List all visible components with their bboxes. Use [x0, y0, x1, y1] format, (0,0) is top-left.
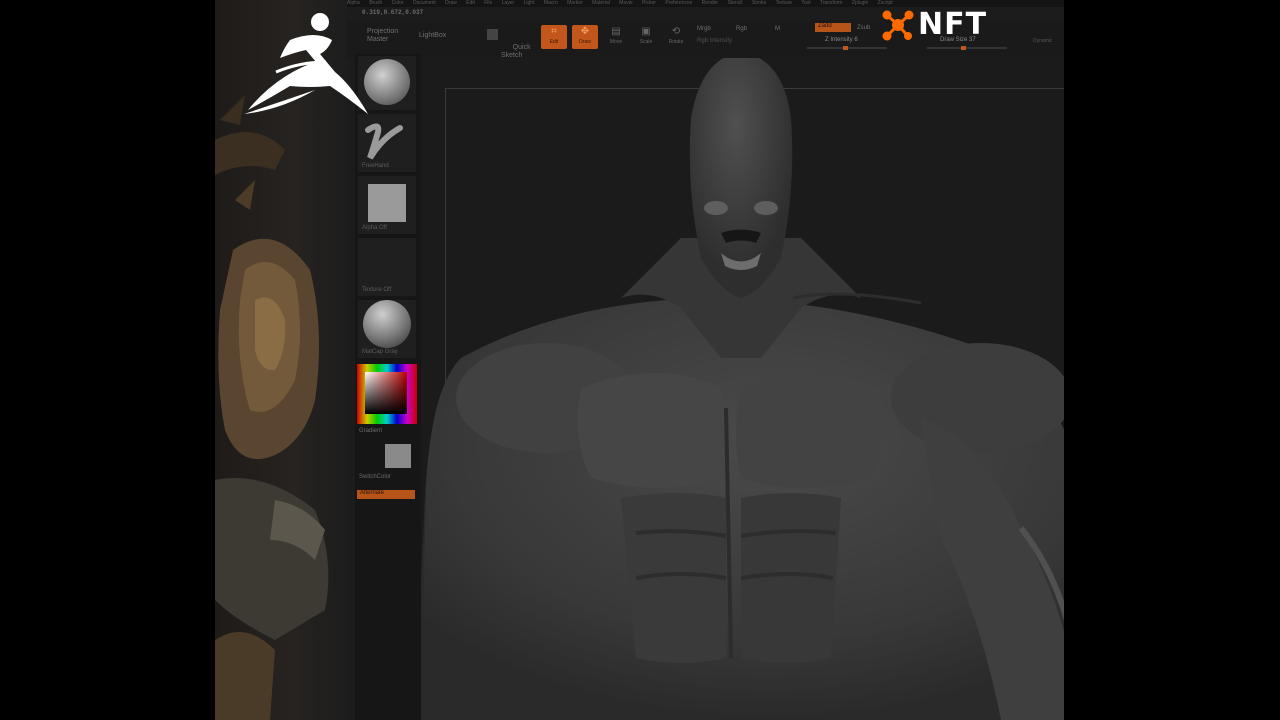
rotate-button[interactable]: ⟲ Rotate: [663, 25, 689, 49]
main-menu-bar: Alpha Brush Color Document Draw Edit Fil…: [347, 0, 1064, 7]
rotate-label: Rotate: [668, 39, 684, 45]
quick-sketch-icon: [487, 29, 498, 40]
stroke-caption: FreeHand: [362, 163, 389, 169]
color-picker[interactable]: [357, 364, 417, 424]
z-intensity-track[interactable]: [807, 46, 887, 50]
draw-label: Draw: [579, 39, 591, 45]
zsub-toggle[interactable]: Zsub: [857, 24, 870, 32]
rotate-icon: ⟲: [671, 26, 681, 37]
alpha-slot[interactable]: Alpha Off: [358, 176, 416, 234]
move-label: Move: [609, 39, 623, 45]
texture-slot[interactable]: Texture Off: [358, 238, 416, 296]
lightbox-button[interactable]: LightBox: [419, 32, 446, 40]
menu-item[interactable]: Material: [592, 0, 610, 6]
menu-item[interactable]: Preferences: [665, 0, 692, 6]
gradient-label[interactable]: Gradient: [359, 428, 382, 434]
menu-item[interactable]: Render: [702, 0, 718, 6]
menu-item[interactable]: Edit: [466, 0, 475, 6]
draw-icon: ✥: [580, 26, 590, 37]
texture-caption: Texture Off: [362, 287, 392, 293]
menu-item[interactable]: Alpha: [347, 0, 360, 6]
material-caption: MatCap Gray: [362, 349, 398, 355]
move-icon: ▤: [611, 26, 621, 37]
menu-item[interactable]: Stencil: [727, 0, 742, 6]
scale-label: Scale: [639, 39, 653, 45]
edit-icon: ⌗: [551, 26, 557, 37]
menu-item[interactable]: Color: [392, 0, 404, 6]
color-picker-square[interactable]: [365, 372, 407, 414]
menu-item[interactable]: Transform: [820, 0, 843, 6]
z-intensity-slider[interactable]: Z Intensity 6: [825, 36, 858, 44]
scale-button[interactable]: ▣ Scale: [633, 25, 659, 49]
m-toggle[interactable]: M: [775, 25, 780, 33]
quick-sketch-label: Quick Sketch: [501, 44, 531, 59]
edit-label: Edit: [549, 39, 559, 45]
sculpted-torso-model[interactable]: [421, 58, 1064, 720]
secondary-color-swatch[interactable]: [385, 444, 411, 468]
menu-item[interactable]: Brush: [369, 0, 382, 6]
alpha-off-icon: [368, 184, 406, 222]
menu-item[interactable]: Zscript: [878, 0, 893, 6]
menu-item[interactable]: Movie: [619, 0, 632, 6]
rgb-intensity-slider[interactable]: Rgb Intensity: [697, 37, 732, 45]
menu-item[interactable]: Macro: [544, 0, 558, 6]
menu-item[interactable]: Zplugin: [852, 0, 868, 6]
alternate-button[interactable]: Alternate: [357, 490, 415, 499]
draw-button[interactable]: ✥ Draw: [572, 25, 598, 49]
menu-item[interactable]: Light: [524, 0, 535, 6]
menu-item[interactable]: Document: [413, 0, 436, 6]
menu-item[interactable]: File: [484, 0, 492, 6]
zadd-toggle[interactable]: Zadd: [815, 23, 851, 32]
menu-item[interactable]: Marker: [567, 0, 583, 6]
scale-icon: ▣: [641, 26, 651, 37]
zbrush-logo: [244, 13, 368, 114]
alpha-caption: Alpha Off: [362, 225, 387, 231]
nft-logo-text: NFT: [918, 7, 988, 42]
document-canvas[interactable]: [421, 58, 1064, 720]
menu-item[interactable]: Layer: [502, 0, 515, 6]
menu-item[interactable]: Stroke: [752, 0, 766, 6]
move-button[interactable]: ▤ Move: [603, 25, 629, 49]
menu-item[interactable]: Texture: [776, 0, 792, 6]
edit-button[interactable]: ⌗ Edit: [541, 25, 567, 49]
material-slot[interactable]: MatCap Gray: [358, 300, 416, 358]
switchcolor-label[interactable]: SwitchColor: [359, 474, 391, 480]
menu-item[interactable]: Draw: [445, 0, 457, 6]
left-shelf: FreeHand Alpha Off Texture Off MatCap Gr…: [355, 54, 421, 720]
nft-logo-icon: [882, 10, 914, 41]
rgb-toggle[interactable]: Rgb: [736, 25, 747, 33]
menu-item[interactable]: Tool: [801, 0, 810, 6]
menu-item[interactable]: Picker: [642, 0, 656, 6]
draw-size-track[interactable]: [927, 46, 1007, 50]
mrgb-toggle[interactable]: Mrgb: [697, 25, 711, 33]
nft-logo: NFT: [880, 8, 1040, 42]
matcap-gray-icon: [363, 300, 411, 348]
